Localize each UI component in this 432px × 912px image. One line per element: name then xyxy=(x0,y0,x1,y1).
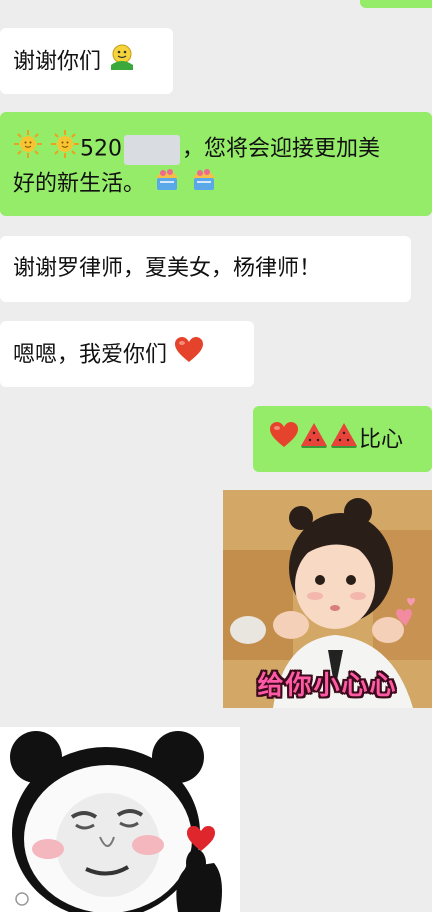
message-text: 比心 xyxy=(359,427,404,453)
redacted-block xyxy=(124,134,180,165)
smiley-hug-icon xyxy=(108,43,136,82)
watermelon-icon xyxy=(299,421,329,460)
message-bubble-thanks[interactable]: 谢谢你们 xyxy=(0,28,173,94)
cake-icon xyxy=(189,164,219,205)
partial-outgoing-bubble[interactable] xyxy=(360,0,432,8)
heart-icon xyxy=(174,336,204,375)
message-text: 嗯嗯，我爱你们 xyxy=(13,342,168,368)
message-text: 谢谢罗律师，夏美女，杨律师！ xyxy=(13,256,322,281)
message-text: 谢谢你们 xyxy=(13,49,102,75)
message-bubble-wishes[interactable]: 520 ，您将会迎接更加美 好的新生活。 xyxy=(0,112,432,216)
watermelon-icon xyxy=(329,421,359,460)
panda-finger-heart-sticker[interactable] xyxy=(0,727,240,912)
message-bubble-thanks-lawyers[interactable]: 谢谢罗律师，夏美女，杨律师！ xyxy=(0,236,411,302)
message-text-line1: ，您将会迎接更加美 xyxy=(182,136,381,162)
message-number: 520 xyxy=(80,136,122,162)
girl-finger-heart-sticker[interactable]: 给你小心心 xyxy=(223,490,432,708)
message-bubble-love[interactable]: 嗯嗯，我爱你们 xyxy=(0,321,254,387)
message-bubble-finger-heart[interactable]: 比心 xyxy=(253,406,432,472)
sticker-caption: 给你小心心 xyxy=(257,671,398,701)
sticker-illustration xyxy=(0,727,240,912)
heart-icon xyxy=(269,421,299,460)
cake-icon xyxy=(152,164,182,205)
message-text-line2: 好的新生活。 xyxy=(13,171,146,197)
